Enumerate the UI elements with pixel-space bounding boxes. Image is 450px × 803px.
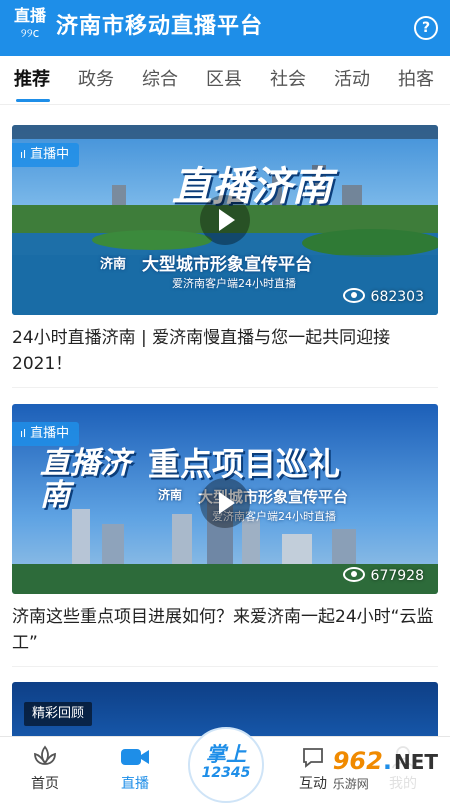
nav-live[interactable]: 直播 [100,743,170,793]
tab-general[interactable]: 综合 [142,68,178,92]
tab-events[interactable]: 活动 [334,68,370,92]
replay-badge: 精彩回顾 [24,702,93,726]
help-icon[interactable]: ? [414,16,438,40]
watermark-dot: . [382,747,392,775]
overlay-heading: 重点项目巡礼 [148,445,341,483]
overlay-logo: 济南 [158,488,183,502]
overlay-title: 直播济南 [172,164,332,210]
overlay-slogan: 大型城市形象宣传平台 [142,255,312,275]
logo-text: 直播 [13,6,46,25]
view-count: 677928 [342,567,424,584]
live-badge-label: 直播中 [30,426,70,441]
video-camera-icon [121,749,149,765]
live-status-badge: ıl 直播中 [12,143,80,167]
logo-swirl: ୨୨c [20,26,40,40]
live-status-badge: ıl 直播中 [12,422,80,446]
card-title[interactable]: 24小时直播济南 | 爱济南慢直播与您一起共同迎接2021！ [12,325,438,388]
nav-home[interactable]: 首页 [10,743,80,793]
hotline-number: 12345 [201,765,251,781]
overlay-title: 直播济南 [40,446,130,513]
hotline-top-text: 掌上 [206,742,246,766]
app-logo: 直播 ୨୨c [10,6,50,50]
live-thumbnail[interactable]: ıl 直播中 直播济南 济南 大型城市形象宣传平台 爱济南客户端24小时直播 68… [12,125,438,315]
view-count-value: 682303 [370,289,424,305]
view-count: 682303 [342,288,424,305]
overlay-logo: 济南 [100,257,127,272]
tab-paike[interactable]: 拍客 [398,68,434,92]
chat-icon [303,748,323,768]
watermark-cn: 乐游网 [332,777,369,791]
tab-districts[interactable]: 区县 [206,68,242,92]
live-card[interactable]: ıl 直播中 直播济南 济南 大型城市形象宣传平台 爱济南客户端24小时直播 68… [12,125,438,388]
app-header: 直播 ୨୨c 济南市移动直播平台 ? [0,0,450,56]
eye-icon [342,567,365,582]
play-icon[interactable] [200,478,250,528]
hotline-12345-button[interactable]: 掌上 12345 [188,727,264,803]
tab-society[interactable]: 社会 [270,68,306,92]
nav-home-label: 首页 [31,776,59,792]
lotus-icon [34,745,56,765]
watermark-number: 962 [332,747,383,775]
live-thumbnail[interactable]: ıl 直播中 直播济南 重点项目巡礼 济南 大型城市形象宣传平台 爱济南客户端24… [12,404,438,594]
view-count-value: 677928 [370,568,424,584]
nav-live-label: 直播 [121,776,149,792]
category-tabs: 推荐 政务 综合 区县 社会 活动 拍客 [0,56,450,105]
active-tab-indicator [16,99,50,102]
play-icon[interactable] [200,195,250,245]
live-card[interactable]: ıl 直播中 直播济南 重点项目巡礼 济南 大型城市形象宣传平台 爱济南客户端24… [12,404,438,667]
overlay-subslogan: 爱济南客户端24小时直播 [172,277,296,290]
tab-government[interactable]: 政务 [78,68,114,92]
card-title[interactable]: 济南这些重点项目进展如何？来爱济南一起24小时“云监工” [12,604,438,667]
tab-recommend[interactable]: 推荐 [14,68,50,92]
site-watermark: 962. NET 乐游网 [326,745,444,794]
eye-icon [342,288,365,303]
app-title: 济南市移动直播平台 [56,14,264,39]
watermark-net: NET [393,750,438,774]
live-badge-label: 直播中 [30,147,70,162]
